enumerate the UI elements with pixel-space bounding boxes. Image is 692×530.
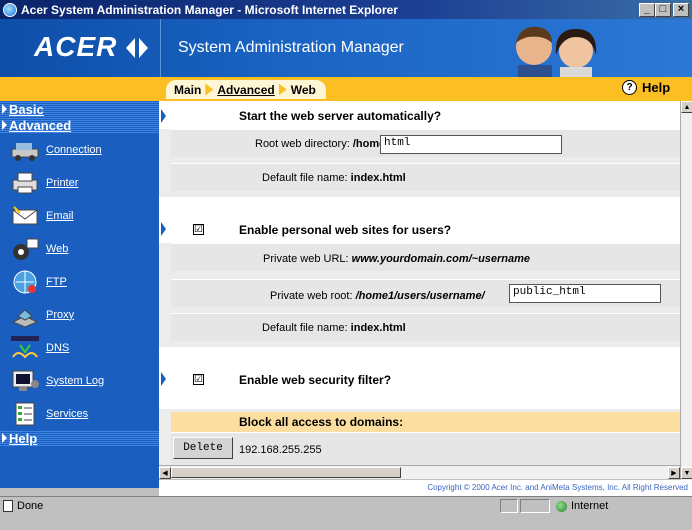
sidebar-item-email[interactable]: Email xyxy=(0,199,159,232)
default-file-row xyxy=(171,163,680,191)
horizontal-scrollbar[interactable]: ◀ ▶ xyxy=(159,465,680,479)
printer-icon xyxy=(12,172,38,193)
sidebar: Basic Advanced Connection Printer Email … xyxy=(0,101,159,488)
ftp-icon xyxy=(13,270,37,293)
scroll-left-icon[interactable]: ◀ xyxy=(159,467,171,479)
default-file-label: Default file name: index.html xyxy=(262,172,406,184)
zone-text: Internet xyxy=(571,500,609,512)
help-link[interactable]: ? Help xyxy=(622,80,670,95)
section-security-filter-title: Enable web security filter? xyxy=(239,373,392,387)
chevron-right-icon xyxy=(2,104,7,114)
sidebar-basic[interactable]: Basic xyxy=(0,101,159,117)
proxy-icon xyxy=(11,308,39,328)
internet-explorer-icon xyxy=(3,2,17,17)
sidebar-item-proxy[interactable]: Proxy xyxy=(0,298,159,331)
sidebar-item-system-log[interactable]: System Log xyxy=(0,364,159,397)
breadcrumb: Main Advanced Web xyxy=(166,80,326,99)
breadcrumb-separator-icon xyxy=(205,83,214,96)
chevron-right-icon xyxy=(2,433,7,443)
root-dir-input[interactable]: html xyxy=(380,135,562,154)
dns-icon xyxy=(11,335,39,359)
system-log-icon xyxy=(12,370,39,391)
services-icon xyxy=(15,402,35,425)
window-title-bar: Acer System Administration Manager - Mic… xyxy=(0,0,692,19)
email-icon xyxy=(12,205,38,224)
section-personal-sites-title: Enable personal web sites for users? xyxy=(239,223,452,237)
security-filter-checkbox[interactable]: ☑ xyxy=(193,374,204,385)
internet-zone-icon xyxy=(556,500,567,512)
app-title: System Administration Manager xyxy=(178,39,404,56)
header-divider xyxy=(160,19,161,77)
private-url-label: Private web URL: www.yourdomain.com/~use… xyxy=(263,253,531,265)
scroll-down-icon[interactable]: ▼ xyxy=(681,467,692,479)
connection-icon xyxy=(11,142,39,161)
personal-sites-checkbox[interactable]: ☑ xyxy=(193,224,204,235)
close-button[interactable]: × xyxy=(673,2,689,17)
sidebar-item-dns[interactable]: DNS xyxy=(0,331,159,364)
window-title: Acer System Administration Manager - Mic… xyxy=(21,2,398,17)
scroll-up-icon[interactable]: ▲ xyxy=(681,101,692,113)
block-domains-header: Block all access to domains: xyxy=(171,412,680,432)
sidebar-item-connection[interactable]: Connection xyxy=(0,133,159,166)
breadcrumb-separator-icon xyxy=(278,83,287,96)
domain-value: 192.168.255.255 xyxy=(239,444,322,456)
help-label: Help xyxy=(642,80,671,95)
root-dir-label: Root web directory: /home1/ xyxy=(255,138,395,150)
horizontal-scroll-thumb[interactable] xyxy=(171,467,401,478)
sidebar-advanced[interactable]: Advanced xyxy=(0,117,159,133)
sidebar-help[interactable]: Help xyxy=(0,430,159,446)
section-web-server-title: Start the web server automatically? xyxy=(239,109,442,123)
private-root-input[interactable]: public_html xyxy=(509,284,661,303)
status-text: Done xyxy=(17,500,44,512)
page-done-icon xyxy=(3,500,13,512)
acer-logo-mark-icon xyxy=(126,38,148,58)
delete-button[interactable]: Delete xyxy=(173,437,233,459)
sidebar-item-web[interactable]: Web xyxy=(0,232,159,265)
vertical-scrollbar[interactable]: ▲ ▼ xyxy=(680,101,692,480)
maximize-button[interactable]: □ xyxy=(655,2,671,17)
sidebar-item-ftp[interactable]: FTP xyxy=(0,265,159,298)
private-root-label: Private web root: /home1/users/username/ xyxy=(270,290,485,302)
status-panel xyxy=(500,499,518,513)
chevron-right-icon xyxy=(2,120,7,130)
header-people-photo xyxy=(516,26,597,77)
minimize-button[interactable]: _ xyxy=(639,2,655,17)
private-default-file-label: Default file name: index.html xyxy=(262,322,406,334)
app-header: ACER System Administration Manager xyxy=(0,19,692,77)
breadcrumb-advanced[interactable]: Advanced xyxy=(217,83,274,97)
sidebar-item-printer[interactable]: Printer xyxy=(0,166,159,199)
private-default-file-row xyxy=(171,313,680,341)
web-icon xyxy=(13,238,39,260)
scroll-right-icon[interactable]: ▶ xyxy=(668,467,680,479)
help-icon: ? xyxy=(622,80,637,95)
status-panel xyxy=(520,499,550,513)
breadcrumb-main[interactable]: Main xyxy=(174,83,201,97)
nav-strip: Main Advanced Web ? Help xyxy=(0,77,692,101)
breadcrumb-web: Web xyxy=(290,82,316,97)
main-panel: Start the web server automatically? Root… xyxy=(159,101,680,465)
sidebar-item-services[interactable]: Services xyxy=(0,397,159,430)
status-bar: Done Internet xyxy=(0,496,692,530)
copyright-footer: Copyright © 2000 Acer Inc. and AniMeta S… xyxy=(159,480,692,496)
acer-logo: ACER xyxy=(34,31,118,62)
